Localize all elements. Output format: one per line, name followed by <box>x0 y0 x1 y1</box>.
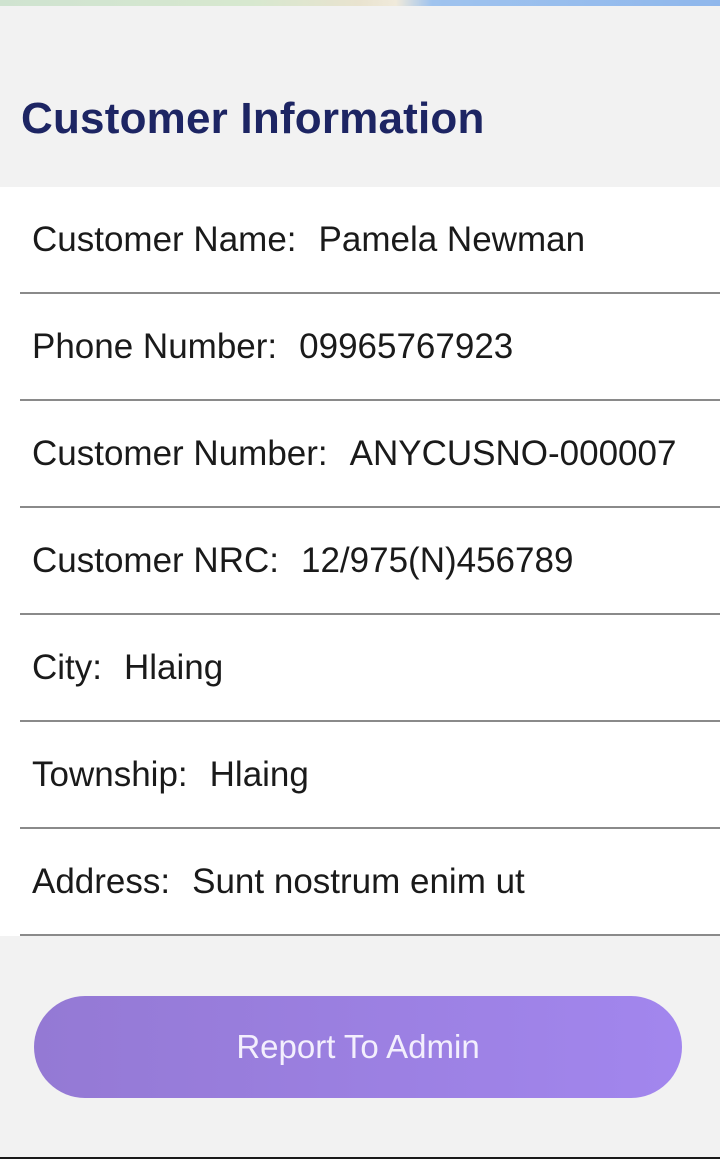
address-value: Sunt nostrum enim ut <box>192 861 525 901</box>
customer-info-list: Customer Name: Pamela Newman Phone Numbe… <box>0 187 720 936</box>
customer-info-screen: Customer Information Customer Name: Pame… <box>0 0 720 1159</box>
customer-name-row: Customer Name: Pamela Newman <box>20 187 720 294</box>
customer-name-label: Customer Name: <box>32 219 297 259</box>
township-value: Hlaing <box>209 754 309 794</box>
city-label: City: <box>32 647 102 687</box>
customer-nrc-value: 12/975(N)456789 <box>300 540 574 580</box>
customer-nrc-label: Customer NRC: <box>32 540 279 580</box>
header: Customer Information <box>0 6 720 187</box>
township-label: Township: <box>32 754 188 794</box>
phone-number-label: Phone Number: <box>32 326 278 366</box>
city-value: Hlaing <box>124 647 224 687</box>
city-row: City: Hlaing <box>20 615 720 722</box>
phone-number-value: 09965767923 <box>299 326 514 366</box>
customer-number-value: ANYCUSNO-000007 <box>349 433 677 473</box>
township-row: Township: Hlaing <box>20 722 720 829</box>
address-row: Address: Sunt nostrum enim ut <box>20 829 720 936</box>
report-to-admin-button[interactable]: Report To Admin <box>34 996 682 1098</box>
address-label: Address: <box>32 861 171 901</box>
customer-nrc-row: Customer NRC: 12/975(N)456789 <box>20 508 720 615</box>
phone-number-row: Phone Number: 09965767923 <box>20 294 720 401</box>
customer-number-row: Customer Number: ANYCUSNO-000007 <box>20 401 720 508</box>
page-title: Customer Information <box>21 94 485 143</box>
customer-number-label: Customer Number: <box>32 433 328 473</box>
customer-name-value: Pamela Newman <box>318 219 586 259</box>
